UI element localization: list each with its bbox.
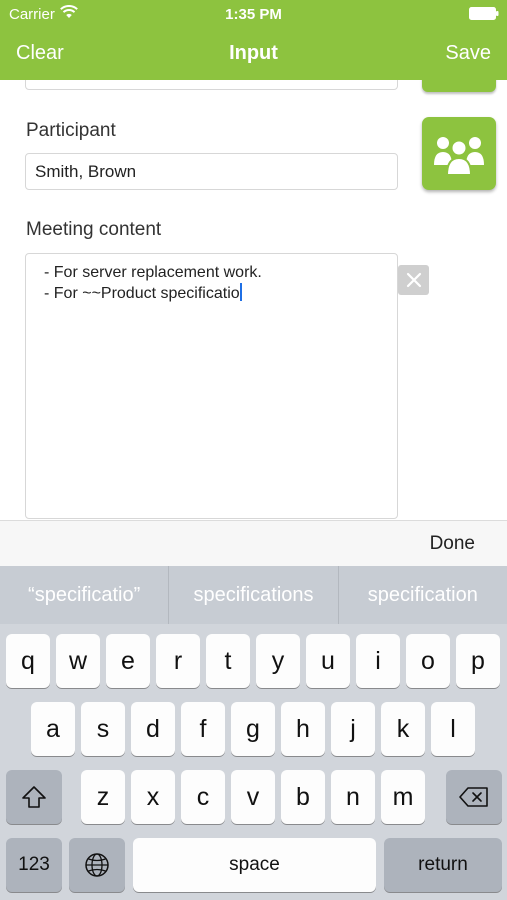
shift-icon bbox=[22, 786, 46, 808]
page-title: Input bbox=[229, 42, 278, 64]
shift-key[interactable] bbox=[6, 770, 62, 824]
key-d[interactable]: d bbox=[131, 702, 175, 756]
key-c[interactable]: c bbox=[181, 770, 225, 824]
form-content[interactable]: Participant Smith, Brown Meeting content… bbox=[0, 80, 507, 520]
status-time: 1:35 PM bbox=[225, 6, 282, 23]
content-line-1: - For server replacement work. bbox=[44, 264, 262, 281]
key-y[interactable]: y bbox=[256, 634, 300, 688]
clear-text-button[interactable] bbox=[398, 265, 429, 295]
space-key[interactable]: space bbox=[133, 838, 376, 892]
key-j[interactable]: j bbox=[331, 702, 375, 756]
keyboard: “specificatio” specifications specificat… bbox=[0, 566, 507, 900]
key-b[interactable]: b bbox=[281, 770, 325, 824]
key-k[interactable]: k bbox=[381, 702, 425, 756]
key-g[interactable]: g bbox=[231, 702, 275, 756]
key-r[interactable]: r bbox=[156, 634, 200, 688]
content-line-2: - For ~~Product specificatio bbox=[44, 283, 379, 304]
key-s[interactable]: s bbox=[81, 702, 125, 756]
key-e[interactable]: e bbox=[106, 634, 150, 688]
key-h[interactable]: h bbox=[281, 702, 325, 756]
key-u[interactable]: u bbox=[306, 634, 350, 688]
participant-label: Participant bbox=[26, 120, 116, 141]
battery-icon bbox=[469, 7, 499, 20]
nav-bar: Clear Input Save bbox=[0, 28, 507, 80]
save-button[interactable]: Save bbox=[445, 42, 491, 65]
key-l[interactable]: l bbox=[431, 702, 475, 756]
key-o[interactable]: o bbox=[406, 634, 450, 688]
meeting-content-textarea[interactable]: - For server replacement work. - For ~~P… bbox=[25, 253, 398, 519]
key-q[interactable]: q bbox=[6, 634, 50, 688]
key-z[interactable]: z bbox=[81, 770, 125, 824]
header: Carrier 1:35 PM Clear Input Save bbox=[0, 0, 507, 80]
content-line-2-text: - For ~~Product specificatio bbox=[44, 285, 240, 302]
previous-field-button[interactable] bbox=[422, 80, 496, 92]
previous-field[interactable] bbox=[25, 80, 398, 90]
delete-icon bbox=[459, 787, 488, 807]
globe-key[interactable] bbox=[69, 838, 125, 892]
suggestion-item[interactable]: specifications bbox=[169, 566, 339, 624]
participant-input[interactable]: Smith, Brown bbox=[25, 153, 398, 190]
key-v[interactable]: v bbox=[231, 770, 275, 824]
key-f[interactable]: f bbox=[181, 702, 225, 756]
key-m[interactable]: m bbox=[381, 770, 425, 824]
key-x[interactable]: x bbox=[131, 770, 175, 824]
key-w[interactable]: w bbox=[56, 634, 100, 688]
key-t[interactable]: t bbox=[206, 634, 250, 688]
done-button[interactable]: Done bbox=[430, 533, 475, 555]
text-caret bbox=[239, 283, 242, 301]
delete-key[interactable] bbox=[446, 770, 502, 824]
close-icon bbox=[406, 272, 421, 288]
numbers-key[interactable]: 123 bbox=[6, 838, 62, 892]
select-participants-button[interactable] bbox=[422, 117, 496, 190]
key-a[interactable]: a bbox=[31, 702, 75, 756]
return-key[interactable]: return bbox=[384, 838, 502, 892]
key-n[interactable]: n bbox=[331, 770, 375, 824]
status-bar: Carrier 1:35 PM bbox=[0, 0, 507, 28]
people-group-icon bbox=[434, 136, 484, 176]
key-p[interactable]: p bbox=[456, 634, 500, 688]
suggestion-bar: “specificatio” specifications specificat… bbox=[0, 566, 507, 624]
key-i[interactable]: i bbox=[356, 634, 400, 688]
meeting-content-label: Meeting content bbox=[26, 219, 162, 240]
keyboard-accessory-bar: Done bbox=[0, 520, 507, 566]
suggestion-item[interactable]: “specificatio” bbox=[0, 566, 170, 624]
globe-icon bbox=[85, 853, 109, 877]
suggestion-item[interactable]: specification bbox=[339, 566, 507, 624]
